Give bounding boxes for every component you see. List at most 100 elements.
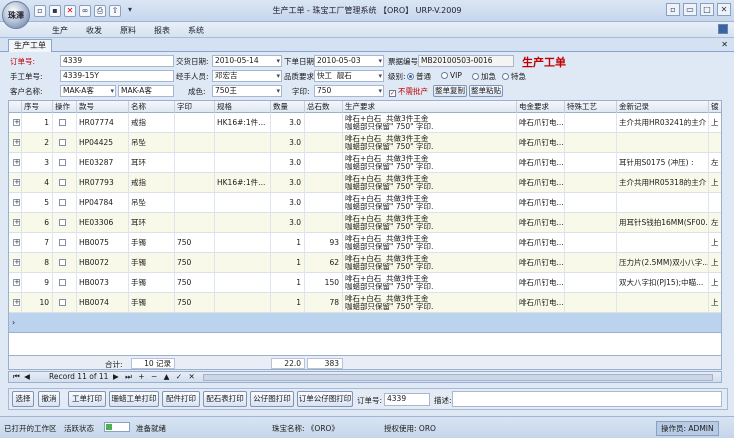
cell-name[interactable]: 手镯 (129, 233, 175, 253)
header-record[interactable]: 金新记录 (617, 101, 709, 113)
cell-req[interactable]: 啡石+白石 共做3件王金 咖蜡部只保留" 750" 字印. (343, 193, 517, 213)
table-row[interactable]: +9 HB0073 手镯 750 1 150 啡石+白石 共做3件王金 咖蜡部只保留" 75… (9, 273, 721, 293)
table-row[interactable]: +3 HE03287 耳环 3.0 啡石+白石 共做3件王金 咖蜡部只保留" 750" … (9, 153, 721, 173)
cell-code[interactable]: HB0073 (77, 273, 129, 293)
cell-stones[interactable]: 93 (305, 233, 343, 253)
select-button[interactable]: 选择 (12, 391, 34, 407)
cell-name[interactable]: 吊坠 (129, 193, 175, 213)
cell-record[interactable]: 用耳针S钱拍16MM(SF00... (617, 213, 709, 233)
cell-craft[interactable] (565, 113, 617, 133)
row-checkbox[interactable] (59, 219, 66, 226)
manual-no-field[interactable]: 4339-15Y (60, 70, 174, 82)
cell-spec[interactable]: HK16#:1件... (215, 113, 271, 133)
order-no-field[interactable]: 4339 (60, 55, 174, 67)
cell-stamp[interactable]: 750 (175, 293, 215, 313)
row-select-cell[interactable] (53, 133, 77, 153)
table-row[interactable]: +8 HB0072 手镯 750 1 62 啡石+白石 共做3件王金 咖蜡部只保留" 750… (9, 253, 721, 273)
cell-extra[interactable]: 上 (709, 253, 721, 273)
cell-name[interactable]: 戒指 (129, 113, 175, 133)
cell-plating[interactable]: 啡石爪钉电... (517, 273, 565, 293)
cell-name[interactable]: 手镯 (129, 253, 175, 273)
cell-spec[interactable] (215, 133, 271, 153)
row-expander[interactable]: + (9, 273, 22, 293)
table-row[interactable]: +7 HB0075 手镯 750 1 93 啡石+白石 共做3件王金 咖蜡部只保留" 750… (9, 233, 721, 253)
cell-spec[interactable] (215, 293, 271, 313)
status-opened-workspace[interactable]: 已打开的工作区 (4, 423, 57, 434)
expand-icon[interactable]: + (13, 279, 20, 286)
row-select-cell[interactable] (53, 113, 77, 133)
cell-record[interactable]: 压力片(2.5MM)双小八字... (617, 253, 709, 273)
customer-code-field[interactable]: MAK-A客 (60, 85, 116, 97)
cell-craft[interactable] (565, 173, 617, 193)
row-expander[interactable]: + (9, 253, 22, 273)
cell-spec[interactable] (215, 153, 271, 173)
cell-stones[interactable]: 150 (305, 273, 343, 293)
row-checkbox[interactable] (59, 199, 66, 206)
cell-craft[interactable] (565, 273, 617, 293)
close-icon[interactable]: ✕ (717, 3, 731, 16)
desc-field[interactable] (452, 391, 722, 407)
row-select-cell[interactable] (53, 213, 77, 233)
app-logo[interactable]: 珠澤 (2, 1, 30, 29)
menu-production[interactable]: 生产 (52, 25, 68, 36)
nav-next-last-icon[interactable]: ▶ ⏭ + − ▲ ✓ ✕ (113, 372, 197, 382)
cell-seq[interactable]: 10 (22, 293, 53, 313)
row-expander[interactable]: + (9, 193, 22, 213)
row-expander[interactable]: + (9, 153, 22, 173)
cell-qty[interactable]: 1 (271, 253, 305, 273)
cell-req[interactable]: 啡石+白石 共做3件王金 咖蜡部只保留" 750" 字印. (343, 253, 517, 273)
cell-stones[interactable]: 78 (305, 293, 343, 313)
cell-craft[interactable] (565, 193, 617, 213)
issue-date-field[interactable]: 2010-05-03 (314, 55, 384, 67)
customer-name-field[interactable]: MAK-A客 (118, 85, 174, 97)
cell-code[interactable]: HR07774 (77, 113, 129, 133)
cell-seq[interactable]: 5 (22, 193, 53, 213)
cell-seq[interactable]: 4 (22, 173, 53, 193)
cell-stamp[interactable] (175, 193, 215, 213)
header-name[interactable]: 名称 (129, 101, 175, 113)
cell-plating[interactable]: 啡石爪钉电... (517, 193, 565, 213)
cell-stones[interactable] (305, 113, 343, 133)
cell-req[interactable]: 啡石+白石 共做3件王金 咖蜡部只保留" 750" 字印. (343, 213, 517, 233)
row-select-cell[interactable] (53, 153, 77, 173)
row-select-cell[interactable] (53, 233, 77, 253)
cell-name[interactable]: 耳环 (129, 153, 175, 173)
cell-req[interactable]: 啡石+白石 共做3件王金 咖蜡部只保留" 750" 字印. (343, 113, 517, 133)
cell-craft[interactable] (565, 253, 617, 273)
cell-stones[interactable] (305, 213, 343, 233)
cell-plating[interactable]: 啡石爪钉电... (517, 173, 565, 193)
cell-req[interactable]: 啡石+白石 共做3件王金 咖蜡部只保留" 750" 字印. (343, 233, 517, 253)
header-stones[interactable]: 总石数 (305, 101, 343, 113)
cell-seq[interactable]: 8 (22, 253, 53, 273)
cell-seq[interactable]: 9 (22, 273, 53, 293)
cell-code[interactable]: HE03306 (77, 213, 129, 233)
cell-req[interactable]: 啡石+白石 共做3件王金 咖蜡部只保留" 750" 字印. (343, 173, 517, 193)
cell-qty[interactable]: 3.0 (271, 213, 305, 233)
handler-field[interactable]: 邓宏吉 (212, 70, 282, 82)
cell-stamp[interactable] (175, 153, 215, 173)
table-row[interactable]: +2 HP04425 吊坠 3.0 啡石+白石 共做3件王金 咖蜡部只保留" 750" … (9, 133, 721, 153)
cell-qty[interactable]: 1 (271, 273, 305, 293)
cell-extra[interactable] (709, 193, 721, 213)
row-checkbox[interactable] (59, 279, 66, 286)
cell-name[interactable]: 手镯 (129, 293, 175, 313)
header-code[interactable]: 款号 (77, 101, 129, 113)
expand-icon[interactable]: + (13, 119, 20, 126)
menu-material[interactable]: 原料 (120, 25, 136, 36)
delivery-date-field[interactable]: 2010-05-14 (212, 55, 282, 67)
row-select-cell[interactable] (53, 273, 77, 293)
cell-stones[interactable] (305, 133, 343, 153)
cell-seq[interactable]: 2 (22, 133, 53, 153)
expand-icon[interactable]: + (13, 299, 20, 306)
delete-icon[interactable]: ✕ (64, 5, 76, 17)
cell-name[interactable]: 戒指 (129, 173, 175, 193)
row-checkbox[interactable] (59, 179, 66, 186)
cell-name[interactable]: 吊坠 (129, 133, 175, 153)
maximize-icon[interactable]: □ (700, 3, 714, 16)
cell-seq[interactable]: 7 (22, 233, 53, 253)
cell-stamp[interactable]: 750 (175, 233, 215, 253)
cell-qty[interactable]: 3.0 (271, 153, 305, 173)
cell-seq[interactable]: 6 (22, 213, 53, 233)
level-urgent[interactable]: 加急 (472, 71, 496, 82)
cell-code[interactable]: HP04425 (77, 133, 129, 153)
